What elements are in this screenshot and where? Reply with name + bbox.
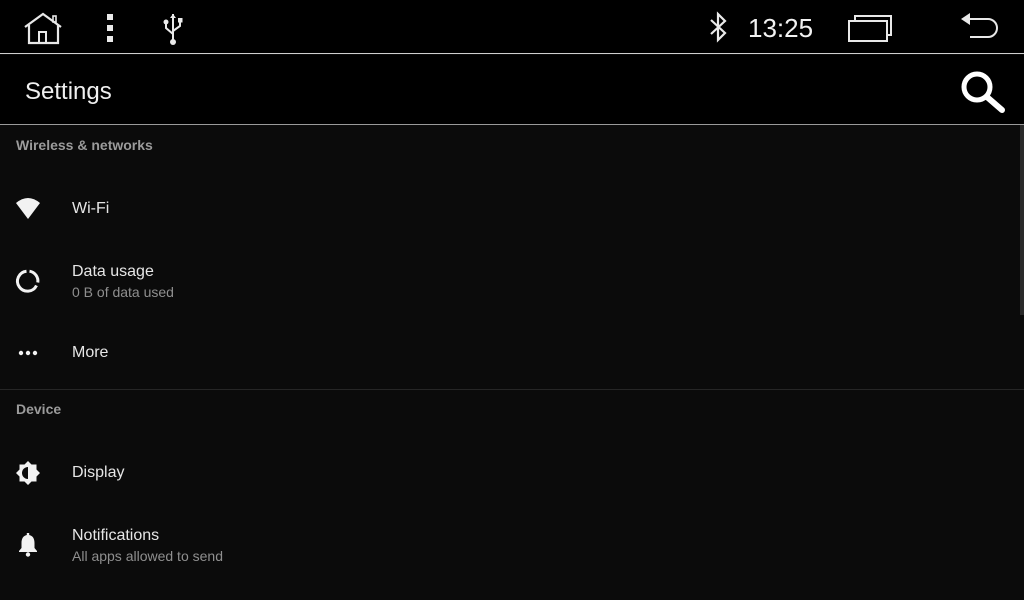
settings-item-title: Display (72, 464, 125, 481)
page-title: Settings (25, 78, 112, 105)
more-icon (18, 350, 38, 356)
section-header-wireless: Wireless & networks (16, 137, 153, 153)
settings-item-data-usage[interactable]: Data usage 0 B of data used (0, 245, 1024, 317)
notifications-bell-icon (19, 533, 37, 557)
settings-item-title: Notifications (72, 527, 160, 544)
home-icon[interactable] (22, 11, 64, 45)
settings-item-display[interactable]: Display (0, 437, 1024, 509)
system-status-bar: 13:25 (0, 0, 1024, 54)
back-icon[interactable] (958, 11, 1000, 41)
usb-icon (163, 14, 183, 45)
wifi-icon (16, 198, 40, 219)
clock: 13:25 (748, 13, 814, 43)
settings-item-more[interactable]: More (0, 317, 1024, 389)
section-divider (0, 389, 1024, 390)
data-usage-icon (16, 269, 40, 293)
search-icon[interactable] (958, 70, 1008, 114)
overflow-menu-icon[interactable] (100, 12, 120, 44)
settings-item-title: Data usage (72, 263, 154, 280)
recent-apps-icon[interactable] (846, 12, 894, 44)
bluetooth-icon (710, 11, 727, 43)
settings-item-title: Wi-Fi (72, 200, 110, 217)
settings-item-wifi[interactable]: Wi-Fi (0, 173, 1024, 245)
app-toolbar: Settings (0, 55, 1024, 125)
settings-item-subtitle: 0 B of data used (72, 284, 174, 300)
settings-item-subtitle: All apps allowed to send (72, 548, 223, 564)
settings-item-notifications[interactable]: Notifications All apps allowed to send (0, 509, 1024, 581)
display-icon (16, 461, 40, 485)
settings-item-title: More (72, 344, 109, 361)
section-header-device: Device (16, 401, 62, 417)
